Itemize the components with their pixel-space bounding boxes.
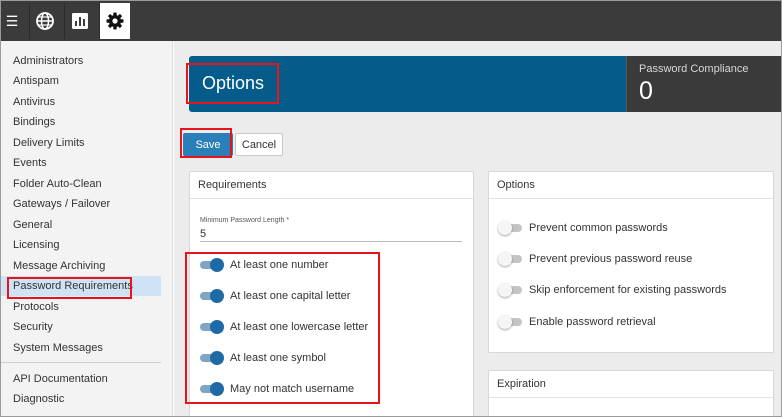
sidebar-divider bbox=[1, 362, 161, 363]
min-length-label: Minimum Password Length * bbox=[200, 217, 290, 224]
sidebar-item-licensing[interactable]: Licensing bbox=[1, 235, 161, 255]
min-length-input[interactable] bbox=[200, 227, 462, 242]
sidebar-item-general[interactable]: General bbox=[1, 215, 161, 235]
sidebar-item-folder-auto-clean[interactable]: Folder Auto-Clean bbox=[1, 174, 161, 194]
sidebar-item-password-requirements[interactable]: Password Requirements bbox=[1, 276, 161, 296]
toggle-row-symbol[interactable]: At least one symbol bbox=[199, 349, 326, 367]
toggle-label: At least one capital letter bbox=[230, 290, 351, 302]
toggle-row-lowercase[interactable]: At least one lowercase letter bbox=[199, 318, 368, 336]
toggle-switch[interactable] bbox=[199, 351, 224, 365]
toggle-label: May not match username bbox=[230, 383, 355, 395]
sidebar-item-delivery-limits[interactable]: Delivery Limits bbox=[1, 133, 161, 153]
settings-sidebar: Administrators Antispam Antivirus Bindin… bbox=[1, 41, 173, 416]
toggle-row-password-retrieval[interactable]: Enable password retrieval bbox=[498, 313, 656, 331]
toggle-switch[interactable] bbox=[498, 283, 523, 297]
toggle-row-common-passwords[interactable]: Prevent common passwords bbox=[498, 219, 668, 237]
settings-button[interactable] bbox=[99, 3, 130, 39]
toggle-label: Prevent previous password reuse bbox=[529, 253, 693, 265]
sidebar-item-message-archiving[interactable]: Message Archiving bbox=[1, 256, 161, 276]
globe-icon bbox=[36, 12, 54, 30]
page-title: Options bbox=[202, 73, 265, 93]
cancel-button[interactable]: Cancel bbox=[235, 133, 283, 156]
sidebar-item-security[interactable]: Security bbox=[1, 317, 161, 337]
toggle-switch[interactable] bbox=[498, 315, 523, 329]
expiration-panel: Expiration bbox=[488, 370, 774, 416]
requirements-panel: Requirements Minimum Password Length * A… bbox=[189, 171, 474, 416]
toggle-switch[interactable] bbox=[498, 252, 523, 266]
toggle-label: Prevent common passwords bbox=[529, 222, 668, 234]
page-header: Options bbox=[189, 56, 626, 112]
toggle-label: Enable password retrieval bbox=[529, 316, 656, 328]
requirements-title: Requirements bbox=[190, 172, 473, 199]
sidebar-item-gateways-failover[interactable]: Gateways / Failover bbox=[1, 194, 161, 214]
sidebar-item-events[interactable]: Events bbox=[1, 153, 161, 173]
toggle-row-previous-reuse[interactable]: Prevent previous password reuse bbox=[498, 250, 692, 268]
sidebar-item-antivirus[interactable]: Antivirus bbox=[1, 92, 161, 112]
toggle-switch[interactable] bbox=[199, 289, 224, 303]
sidebar-item-api-documentation[interactable]: API Documentation bbox=[1, 369, 161, 389]
stat-value: 0 bbox=[639, 77, 653, 105]
toggle-label: At least one lowercase letter bbox=[230, 321, 369, 333]
toggle-row-capital[interactable]: At least one capital letter bbox=[199, 287, 350, 305]
options-panel: Options Prevent common passwords Prevent… bbox=[488, 171, 774, 353]
toggle-label: At least one symbol bbox=[230, 352, 326, 364]
sidebar-item-diagnostic[interactable]: Diagnostic bbox=[1, 389, 161, 409]
toggle-row-skip-enforcement[interactable]: Skip enforcement for existing passwords bbox=[498, 281, 726, 299]
main-content: Options Password Compliance 0 Save Cance… bbox=[174, 41, 781, 416]
stat-label: Password Compliance bbox=[639, 63, 749, 75]
sidebar-item-antispam[interactable]: Antispam bbox=[1, 71, 161, 91]
save-button[interactable]: Save bbox=[183, 133, 233, 156]
toggle-row-username[interactable]: May not match username bbox=[199, 380, 354, 398]
sidebar-item-system-messages[interactable]: System Messages bbox=[1, 338, 161, 358]
toggle-label: At least one number bbox=[230, 259, 329, 271]
top-toolbar: ☰ bbox=[1, 1, 781, 41]
globe-button[interactable] bbox=[29, 3, 60, 39]
toggle-row-number[interactable]: At least one number bbox=[199, 256, 328, 274]
toggle-switch[interactable] bbox=[199, 320, 224, 334]
expiration-title: Expiration bbox=[489, 371, 773, 398]
sidebar-item-administrators[interactable]: Administrators bbox=[1, 51, 161, 71]
sidebar-item-protocols[interactable]: Protocols bbox=[1, 297, 161, 317]
bar-chart-icon bbox=[72, 13, 88, 29]
gear-icon bbox=[106, 12, 124, 30]
sidebar-item-bindings[interactable]: Bindings bbox=[1, 112, 161, 132]
hamburger-icon[interactable]: ☰ bbox=[3, 9, 21, 33]
options-title: Options bbox=[489, 172, 773, 199]
toggle-switch[interactable] bbox=[199, 382, 224, 396]
toggle-switch[interactable] bbox=[199, 258, 224, 272]
reports-button[interactable] bbox=[64, 3, 95, 39]
toggle-label: Skip enforcement for existing passwords bbox=[529, 284, 727, 296]
toggle-switch[interactable] bbox=[498, 221, 523, 235]
app-window: ☰ Administrators Antispam Antivirus Bind… bbox=[0, 0, 782, 417]
password-compliance-card[interactable]: Password Compliance 0 bbox=[626, 56, 781, 112]
